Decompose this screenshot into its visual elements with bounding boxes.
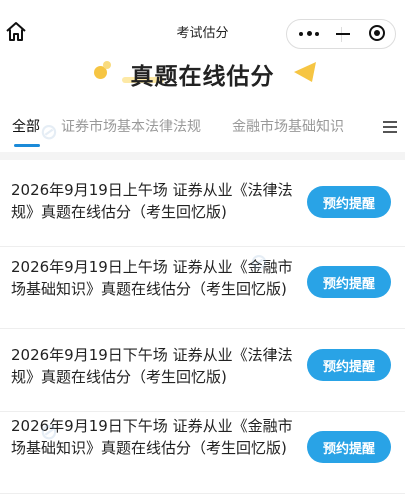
close-icon[interactable]: [369, 25, 385, 41]
tab-securities-law[interactable]: 证券市场基本法律法规: [61, 116, 201, 136]
mini-program-capsule: [286, 19, 396, 49]
remind-button[interactable]: 预约提醒: [307, 431, 391, 463]
minimize-icon[interactable]: [335, 26, 351, 42]
remind-button[interactable]: 预约提醒: [307, 349, 391, 381]
item-title: 2026年9月19日下午场 证券从业《法律法规》真题在线估分（考生回忆版): [11, 346, 293, 386]
list-item: 2026年9月19日上午场 证券从业《金融市场基础知识》真题在线估分（考生回忆版…: [0, 247, 405, 329]
section-divider: [0, 152, 405, 160]
active-tab-indicator: [14, 144, 40, 147]
category-tabs: 全部 证券市场基本法律法规 金融市场基础知识: [0, 108, 405, 150]
item-title: 2026年9月19日下午场 证券从业《金融市场基础知识》真题在线估分（考生回忆版…: [11, 417, 293, 457]
menu-icon[interactable]: [383, 120, 397, 134]
list-item: 2026年9月19日上午场 证券从业《法律法规》真题在线估分（考生回忆版) 预约…: [0, 165, 405, 247]
list-item: 2026年9月19日下午场 证券从业《金融市场基础知识》真题在线估分（考生回忆版…: [0, 412, 405, 494]
more-icon[interactable]: [297, 25, 321, 43]
banner-title: 真题在线估分: [130, 64, 275, 90]
item-title: 2026年9月19日上午场 证券从业《金融市场基础知识》真题在线估分（考生回忆版…: [11, 258, 293, 298]
tab-financial-market[interactable]: 金融市场基础知识: [232, 116, 344, 136]
banner-decoration-triangle: [292, 60, 318, 84]
item-title: 2026年9月19日上午场 证券从业《法律法规》真题在线估分（考生回忆版): [11, 181, 293, 221]
banner: 真题在线估分: [0, 52, 405, 96]
remind-button[interactable]: 预约提醒: [307, 186, 391, 218]
list-item: 2026年9月19日下午场 证券从业《法律法规》真题在线估分（考生回忆版) 预约…: [0, 330, 405, 412]
remind-button[interactable]: 预约提醒: [307, 266, 391, 298]
tab-all[interactable]: 全部: [12, 116, 40, 136]
